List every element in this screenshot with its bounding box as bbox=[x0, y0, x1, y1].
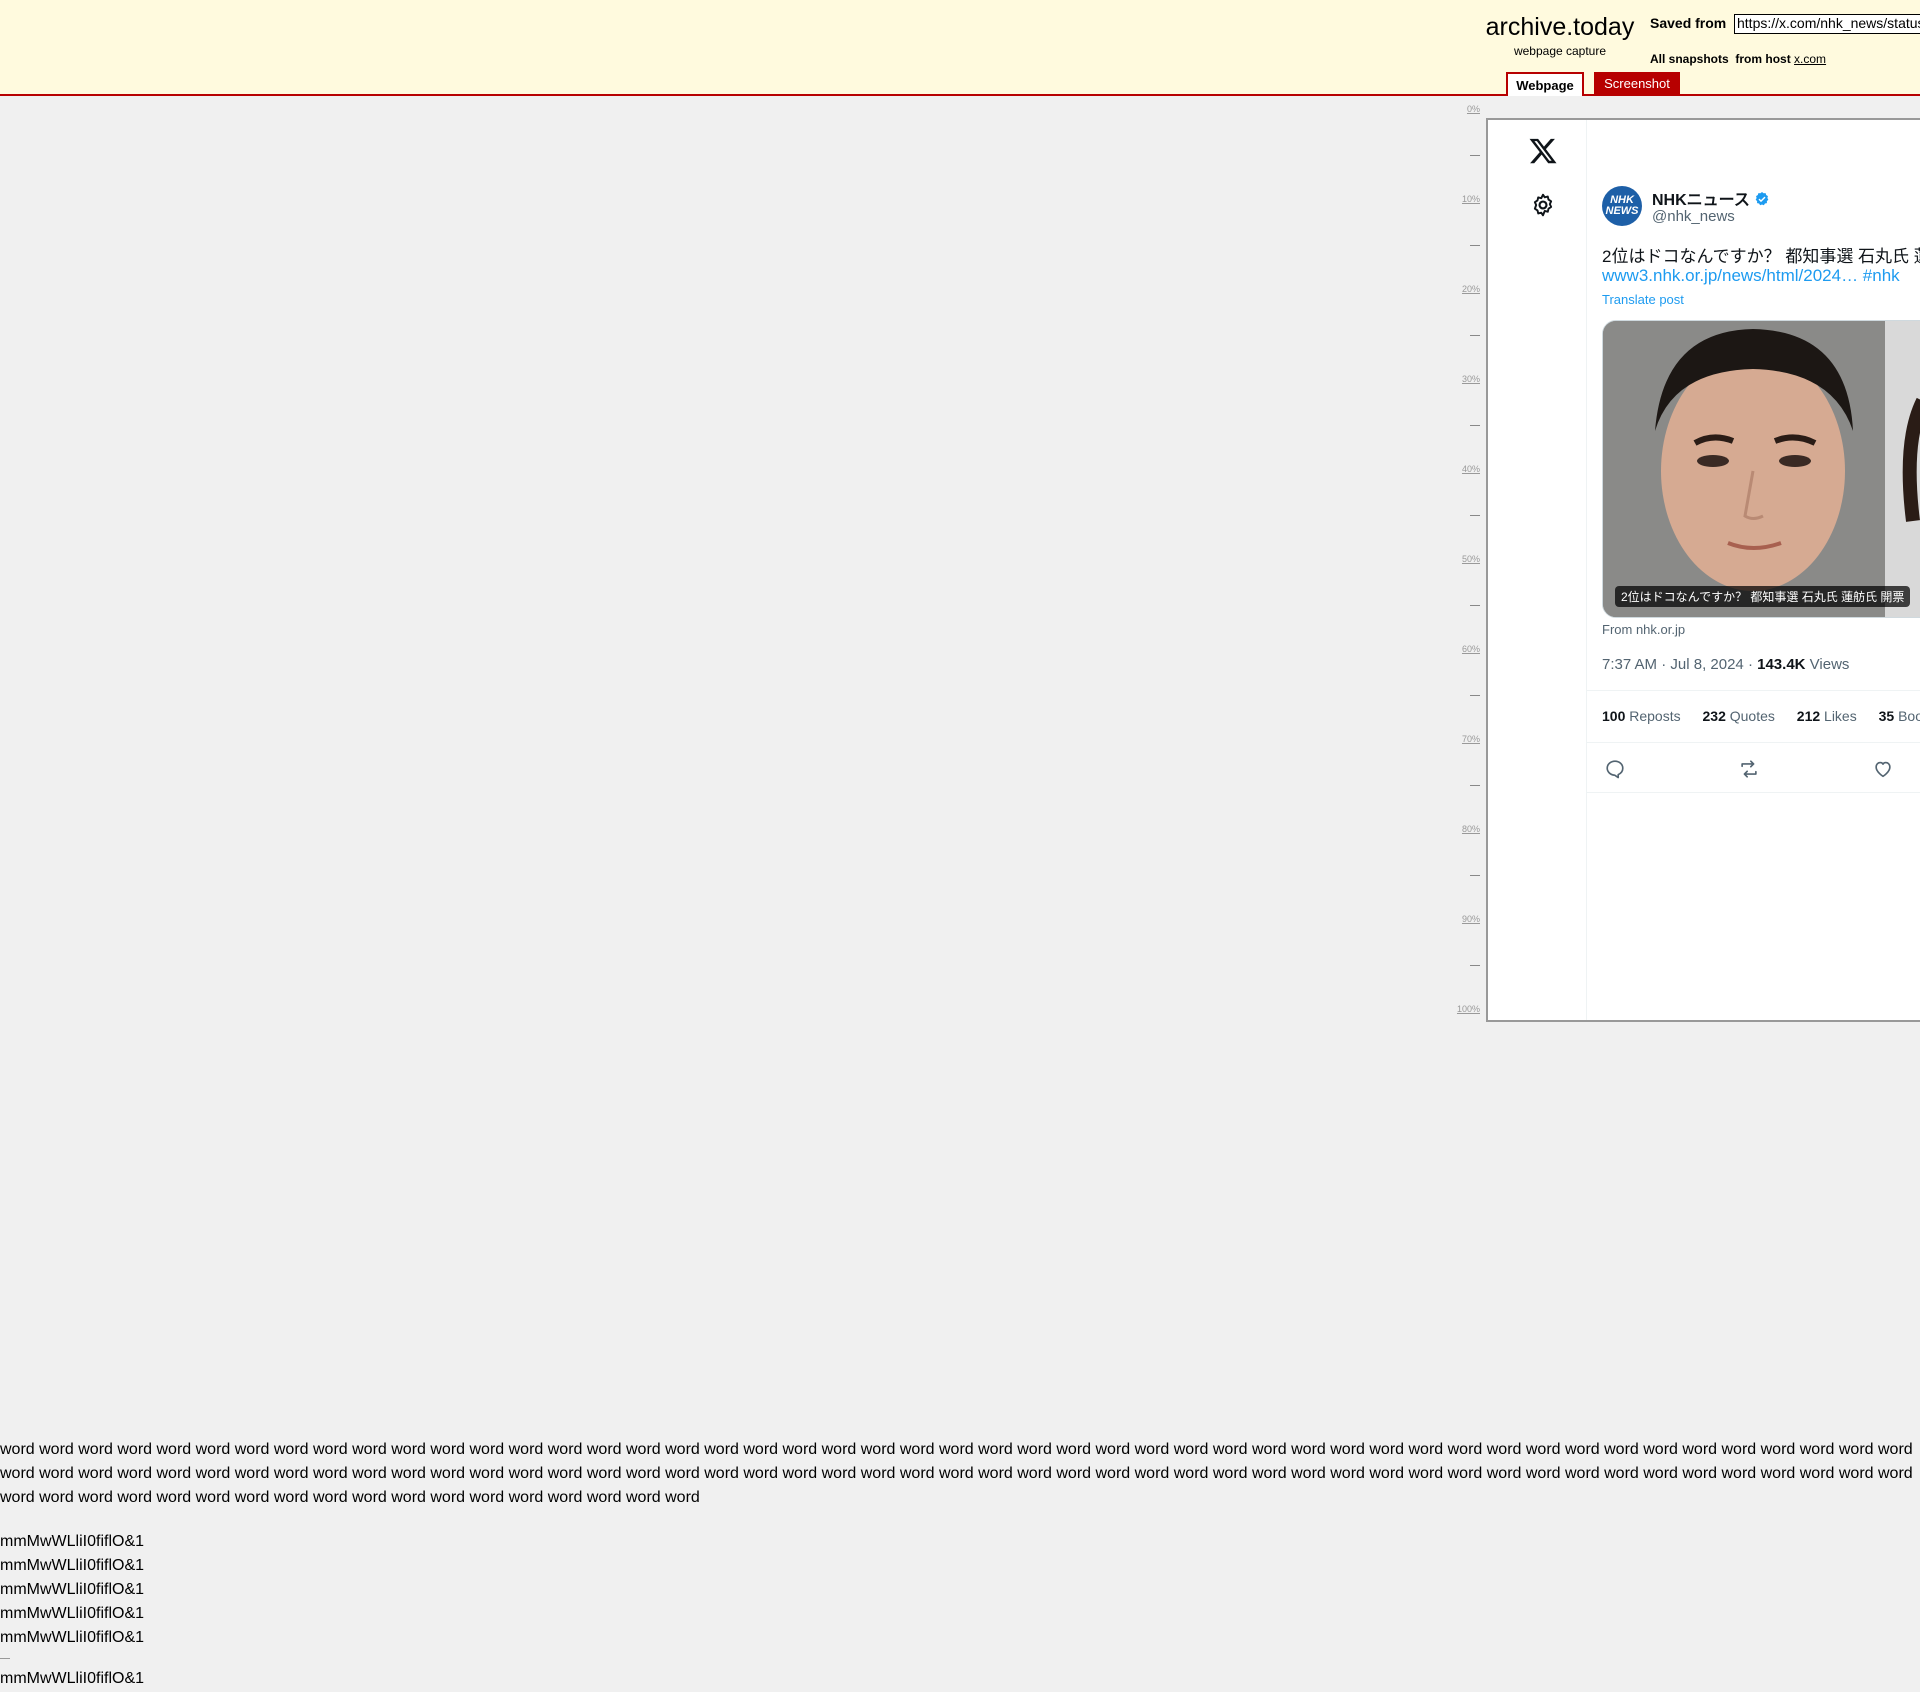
saved-from-url-input[interactable]: https://x.com/nhk_news/status bbox=[1734, 14, 1920, 34]
author-handle[interactable]: @nhk_news bbox=[1652, 208, 1735, 225]
views-count: 143.4K bbox=[1757, 656, 1806, 673]
test-line: mmMwWLliI0fiflO&1 bbox=[0, 1629, 145, 1646]
verified-icon bbox=[1755, 192, 1769, 206]
author-name-text: NHKニュース bbox=[1652, 192, 1750, 209]
site-tagline: webpage capture bbox=[1513, 44, 1607, 58]
ruler-tick-label[interactable]: 20% bbox=[1462, 284, 1480, 294]
reposts-count: 100 bbox=[1602, 708, 1626, 724]
avatar-text-bottom: NEWS bbox=[1605, 205, 1639, 217]
ruler-tick-label[interactable]: 70% bbox=[1462, 734, 1480, 744]
separator-dash bbox=[0, 1658, 10, 1659]
archive-brand[interactable]: archive.today webpage capture bbox=[1480, 12, 1640, 58]
tweet-link[interactable]: www3.nhk.or.jp/news/html/2024… #nhk bbox=[1602, 266, 1900, 286]
left-nav-rail bbox=[1488, 120, 1587, 1020]
gear-icon[interactable] bbox=[1530, 192, 1556, 218]
quotes-count: 232 bbox=[1702, 708, 1726, 724]
ruler-tick-dash bbox=[1470, 605, 1480, 606]
tweet-meta: 7:37 AM · Jul 8, 2024 · 143.4K Views bbox=[1602, 656, 1850, 673]
tweet-stats: 100 Reposts 232 Quotes 212 Likes 35 Boo bbox=[1602, 708, 1920, 724]
ruler-tick-label[interactable]: 10% bbox=[1462, 194, 1480, 204]
likes-stat[interactable]: 212 Likes bbox=[1797, 708, 1857, 724]
reposts-label: Reposts bbox=[1629, 708, 1681, 724]
test-lines: mmMwWLliI0fiflO&1 mmMwWLliI0fiflO&1 mmMw… bbox=[0, 1530, 144, 1691]
saved-from-label: Saved from bbox=[1650, 15, 1727, 31]
likes-label: Likes bbox=[1824, 708, 1857, 724]
ruler-tick-dash bbox=[1470, 425, 1480, 426]
card-source[interactable]: From nhk.or.jp bbox=[1602, 622, 1685, 637]
test-line: mmMwWLliI0fiflO&1 bbox=[0, 1581, 145, 1598]
host-link[interactable]: x.com bbox=[1794, 52, 1826, 66]
quotes-stat[interactable]: 232 Quotes bbox=[1703, 708, 1775, 724]
likes-count: 212 bbox=[1796, 708, 1821, 724]
divider bbox=[1586, 792, 1920, 793]
divider bbox=[1586, 742, 1920, 743]
translate-post-link[interactable]: Translate post bbox=[1602, 292, 1684, 307]
ruler-tick-dash bbox=[1470, 155, 1480, 156]
ruler-tick-label[interactable]: 0% bbox=[1467, 104, 1480, 114]
link-card-image[interactable]: 2位はドコなんですか？ 都知事選 石丸氏 蓮舫氏 開票 bbox=[1602, 320, 1920, 618]
captured-page-frame: NHK NEWS NHKニュース @nhk_news 2位はドコなんですか？ 都… bbox=[1486, 118, 1920, 1022]
test-line: mmMwWLliI0fiflO&1 bbox=[0, 1605, 145, 1622]
tab-webpage[interactable]: Webpage bbox=[1506, 72, 1584, 96]
ruler-tick-dash bbox=[1470, 245, 1480, 246]
card-caption: 2位はドコなんですか？ 都知事選 石丸氏 蓮舫氏 開票 bbox=[1615, 586, 1911, 607]
ruler-tick-dash bbox=[1470, 785, 1480, 786]
ruler-tick-label[interactable]: 100% bbox=[1457, 1004, 1480, 1014]
from-host-label: from host bbox=[1735, 52, 1791, 66]
ruler-tick-label[interactable]: 40% bbox=[1462, 464, 1480, 474]
card-photo bbox=[1603, 321, 1920, 617]
test-line: mmMwWLliI0fiflO&1 bbox=[0, 1670, 145, 1687]
divider bbox=[1586, 690, 1920, 691]
tweet-time[interactable]: 7:37 AM bbox=[1602, 656, 1657, 673]
tweet-text: 2位はドコなんですか？ 都知事選 石丸氏 蓮 bbox=[1602, 247, 1920, 266]
all-snapshots-link[interactable]: All snapshots bbox=[1650, 52, 1729, 66]
ruler-tick-dash bbox=[1470, 515, 1480, 516]
filler-text-block: word word word word word word word word … bbox=[0, 1438, 1920, 1510]
archive-header: archive.today webpage capture Saved from… bbox=[0, 0, 1920, 96]
avatar[interactable]: NHK NEWS bbox=[1602, 186, 1642, 226]
ruler-tick-label[interactable]: 60% bbox=[1462, 644, 1480, 654]
ruler-tick-label[interactable]: 80% bbox=[1462, 824, 1480, 834]
site-name[interactable]: archive.today bbox=[1480, 12, 1640, 42]
tab-screenshot[interactable]: Screenshot bbox=[1594, 72, 1680, 96]
ruler-tick-dash bbox=[1470, 695, 1480, 696]
test-line: mmMwWLliI0fiflO&1 bbox=[0, 1533, 145, 1550]
reposts-stat[interactable]: 100 Reposts bbox=[1602, 708, 1681, 724]
repost-icon[interactable] bbox=[1738, 758, 1760, 780]
reply-icon[interactable] bbox=[1604, 758, 1626, 780]
like-icon[interactable] bbox=[1872, 758, 1894, 780]
views-label: Views bbox=[1809, 656, 1850, 673]
test-line: mmMwWLliI0fiflO&1 bbox=[0, 1557, 145, 1574]
scroll-ruler: 0% 10% 20% 30% 40% 50% 60% 70% 80% 90% 100% bbox=[1440, 104, 1484, 1020]
ruler-tick-label[interactable]: 90% bbox=[1462, 914, 1480, 924]
ruler-tick-dash bbox=[1470, 335, 1480, 336]
x-logo-icon[interactable] bbox=[1528, 136, 1558, 166]
ruler-tick-dash bbox=[1470, 875, 1480, 876]
tweet-date[interactable]: Jul 8, 2024 bbox=[1670, 656, 1743, 673]
author-name[interactable]: NHKニュース bbox=[1652, 186, 1770, 210]
filler-paragraph: word word word word word word word word … bbox=[0, 1441, 1913, 1506]
ruler-tick-dash bbox=[1470, 965, 1480, 966]
ruler-tick-label[interactable]: 30% bbox=[1462, 374, 1480, 384]
snapshots-row: All snapshots from host x.com bbox=[1650, 52, 1826, 66]
quotes-label: Quotes bbox=[1729, 708, 1775, 724]
ruler-tick-label[interactable]: 50% bbox=[1462, 554, 1480, 564]
bookmarks-label: Boo bbox=[1898, 708, 1920, 724]
bookmarks-count: 35 bbox=[1878, 708, 1895, 724]
bookmarks-stat[interactable]: 35 Boo bbox=[1879, 708, 1920, 724]
